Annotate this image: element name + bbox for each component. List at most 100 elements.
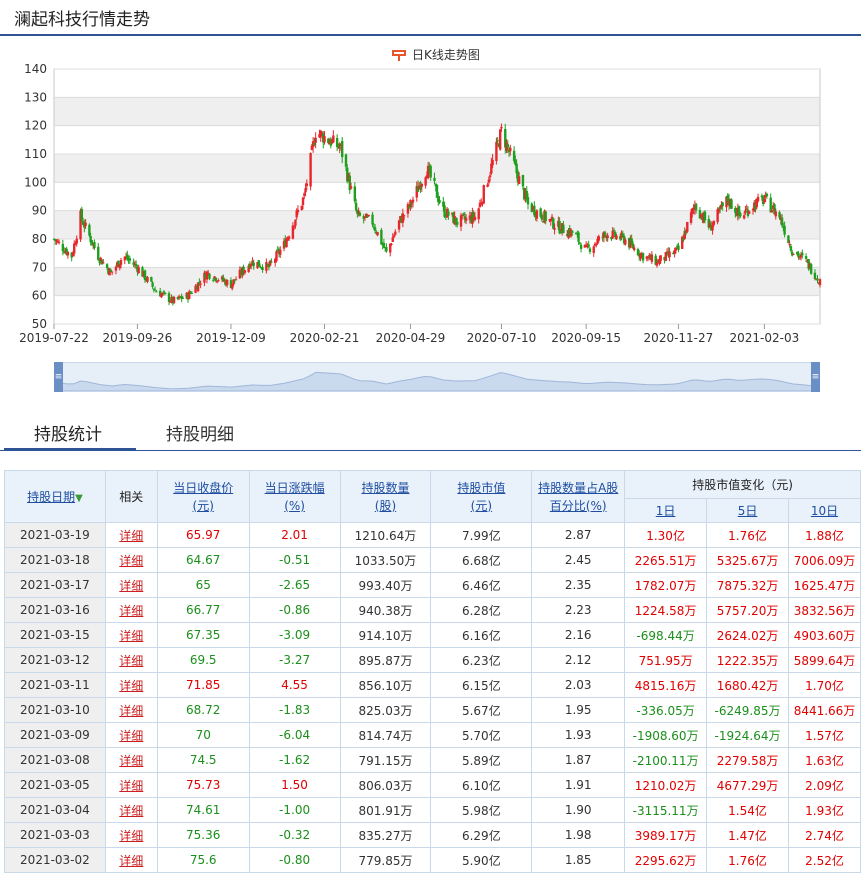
candle-body — [447, 211, 450, 216]
col-ratio-unit[interactable]: 百分比(%) — [532, 497, 624, 515]
col-date[interactable]: 持股日期▼ — [4, 470, 106, 523]
navigator-right-handle[interactable]: ≡ — [811, 362, 820, 392]
col-close-unit[interactable]: (元) — [158, 497, 249, 515]
detail-link[interactable]: 详细 — [119, 754, 143, 768]
col-shares-label[interactable]: 持股数量 — [341, 479, 431, 497]
row-mv-change-5d: 7875.32万 — [706, 572, 789, 598]
candle-body — [597, 236, 600, 241]
x-tick-label: 2020-11-27 — [644, 331, 714, 345]
row-mv-change-5d: 1.76亿 — [706, 522, 789, 548]
col-change-unit[interactable]: (%) — [250, 497, 340, 515]
candle-body — [517, 176, 521, 185]
candle-body — [562, 224, 565, 233]
x-tick-label: 2019-07-22 — [19, 331, 89, 345]
row-ratio: 2.03 — [531, 672, 626, 698]
sort-down-icon[interactable]: ▼ — [75, 493, 83, 504]
detail-link[interactable]: 详细 — [119, 554, 143, 568]
row-date: 2021-03-09 — [4, 722, 106, 748]
detail-link[interactable]: 详细 — [119, 529, 143, 543]
col-market-value[interactable]: 持股市值 (元) — [430, 470, 533, 523]
col-close-label[interactable]: 当日收盘价 — [158, 479, 249, 497]
row-market-value: 6.10亿 — [430, 772, 533, 798]
col-shares-unit[interactable]: (股) — [341, 497, 431, 515]
candle-body — [391, 237, 394, 242]
detail-link[interactable]: 详细 — [119, 804, 143, 818]
x-tick-label: 2019-12-09 — [196, 331, 266, 345]
col-shares[interactable]: 持股数量 (股) — [339, 470, 432, 523]
col-ratio-label[interactable]: 持股数量占A股 — [532, 479, 624, 497]
row-detail-link: 详细 — [104, 722, 158, 748]
detail-link[interactable]: 详细 — [119, 579, 143, 593]
candle-body — [349, 186, 353, 189]
row-mv-change-5d: 2279.58万 — [706, 747, 789, 773]
col-change[interactable]: 当日涨跌幅 (%) — [248, 470, 341, 523]
candle-body — [488, 175, 492, 178]
row-market-value: 5.70亿 — [430, 722, 533, 748]
candle-body — [84, 222, 87, 226]
y-tick-label: 120 — [24, 119, 47, 133]
detail-link[interactable]: 详细 — [119, 704, 143, 718]
candle-body — [270, 261, 273, 263]
row-market-value: 6.16亿 — [430, 622, 533, 648]
candle-body — [172, 297, 176, 303]
row-detail-link: 详细 — [104, 647, 158, 673]
col-close-price[interactable]: 当日收盘价 (元) — [156, 470, 250, 523]
chart-legend[interactable]: 日K线走势图 — [392, 46, 480, 63]
tab-holding-details[interactable]: 持股明细 — [136, 420, 264, 450]
row-shares: 940.38万 — [339, 597, 432, 623]
x-tick-label: 2019-09-26 — [103, 331, 173, 345]
candle-body — [491, 159, 494, 166]
candle-body — [234, 279, 238, 281]
detail-link[interactable]: 详细 — [119, 604, 143, 618]
detail-link[interactable]: 详细 — [119, 779, 143, 793]
detail-link[interactable]: 详细 — [119, 829, 143, 843]
candle-body — [252, 262, 255, 267]
candle-body — [390, 243, 393, 245]
candle-body — [424, 177, 427, 186]
detail-link[interactable]: 详细 — [119, 854, 143, 868]
row-mv-change-10d: 2.09亿 — [788, 772, 861, 798]
col-change-label[interactable]: 当日涨跌幅 — [250, 479, 340, 497]
col-mv-change-1d: 1日 — [624, 498, 708, 523]
candle-body — [765, 193, 769, 197]
row-detail-link: 详细 — [104, 522, 158, 548]
x-tick-label: 2020-02-21 — [290, 331, 360, 345]
candle-body — [809, 264, 813, 274]
candle-body — [190, 292, 193, 294]
candle-body — [151, 282, 154, 287]
candle-body — [801, 252, 804, 256]
col-mv-label[interactable]: 持股市值 — [431, 479, 531, 497]
grid-band — [54, 154, 820, 183]
row-shares: 825.03万 — [339, 697, 432, 723]
candle-body — [119, 260, 123, 265]
row-mv-change-10d: 4903.60万 — [788, 622, 861, 648]
candle-body — [659, 255, 662, 261]
row-shares: 914.10万 — [339, 622, 432, 648]
candle-body — [592, 246, 595, 253]
tab-holding-stats[interactable]: 持股统计 — [4, 420, 132, 450]
holding-table: 持股日期▼ 相关 当日收盘价 (元) 当日涨跌幅 (%) 持股数量 (股) 持股… — [4, 470, 861, 873]
detail-link[interactable]: 详细 — [119, 679, 143, 693]
row-change-pct: -0.51 — [248, 547, 341, 573]
y-tick-label: 100 — [24, 175, 47, 189]
candle-body — [110, 271, 114, 273]
candle-body — [686, 222, 689, 232]
col-mv-unit[interactable]: (元) — [431, 497, 531, 515]
candle-body — [97, 246, 100, 260]
legend-label: 日K线走势图 — [412, 48, 480, 62]
y-tick-label: 110 — [24, 147, 47, 161]
detail-link[interactable]: 详细 — [119, 654, 143, 668]
range-navigator[interactable]: ≡ ≡ — [54, 362, 820, 392]
col-ratio[interactable]: 持股数量占A股 百分比(%) — [531, 470, 626, 523]
col-date-label[interactable]: 持股日期 — [27, 490, 75, 504]
candle-body — [275, 251, 278, 262]
candle-body — [748, 211, 751, 214]
detail-link[interactable]: 详细 — [119, 729, 143, 743]
row-change-pct: 1.50 — [248, 772, 341, 798]
row-close-price: 75.6 — [156, 847, 250, 873]
row-shares: 856.10万 — [339, 672, 432, 698]
detail-link[interactable]: 详细 — [119, 629, 143, 643]
x-tick-label: 2020-09-15 — [551, 331, 621, 345]
navigator-left-handle[interactable]: ≡ — [54, 362, 63, 392]
candle-body — [214, 277, 217, 282]
